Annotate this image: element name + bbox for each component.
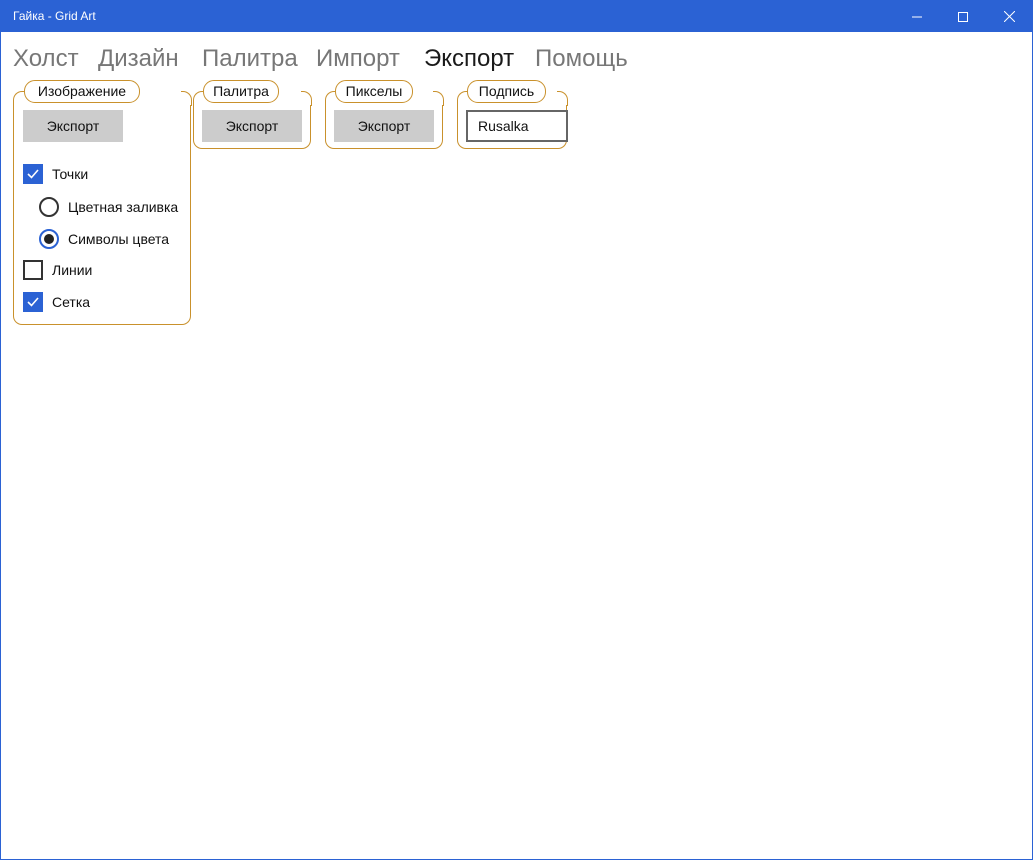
lines-checkbox[interactable]: Линии <box>23 260 92 280</box>
grid-label: Сетка <box>52 294 91 310</box>
tab-help[interactable]: Помощь <box>535 45 628 73</box>
color-symbols-radio[interactable]: Символы цвета <box>39 229 169 249</box>
maximize-icon <box>958 11 968 22</box>
tab-import[interactable]: Импорт <box>316 45 400 73</box>
caption-input[interactable]: Rusalka <box>466 110 568 142</box>
close-button[interactable] <box>986 1 1032 32</box>
minimize-icon <box>912 16 922 17</box>
radio-selected-icon <box>39 229 59 249</box>
title-bar[interactable]: Гайка - Grid Art <box>1 1 1032 32</box>
radio-unselected-icon <box>39 197 59 217</box>
dots-label: Точки <box>52 166 89 182</box>
maximize-button[interactable] <box>940 1 986 32</box>
tab-palette[interactable]: Палитра <box>202 45 298 73</box>
minimize-button[interactable] <box>894 1 940 32</box>
app-window: Гайка - Grid Art Холст Дизайн Палитра Им… <box>0 0 1033 860</box>
pixels-group-legend: Пикселы <box>335 80 413 103</box>
tab-canvas[interactable]: Холст <box>13 45 79 73</box>
checkbox-unchecked-icon <box>23 260 43 280</box>
export-image-button[interactable]: Экспорт <box>23 110 123 142</box>
tab-design[interactable]: Дизайн <box>98 45 179 73</box>
export-pixels-button[interactable]: Экспорт <box>334 110 434 142</box>
tab-export[interactable]: Экспорт <box>424 45 514 73</box>
export-palette-button[interactable]: Экспорт <box>202 110 302 142</box>
color-fill-label: Цветная заливка <box>68 199 179 215</box>
checkbox-checked-icon <box>23 292 43 312</box>
grid-checkbox[interactable]: Сетка <box>23 292 90 312</box>
image-group-legend: Изображение <box>24 80 140 103</box>
color-fill-radio[interactable]: Цветная заливка <box>39 197 178 217</box>
palette-group-legend: Палитра <box>203 80 279 103</box>
caption-group-legend: Подпись <box>467 80 546 103</box>
lines-label: Линии <box>52 262 93 278</box>
dots-checkbox[interactable]: Точки <box>23 164 88 184</box>
close-icon <box>1003 11 1015 22</box>
window-title: Гайка - Grid Art <box>13 9 96 23</box>
checkbox-checked-icon <box>23 164 43 184</box>
color-symbols-label: Символы цвета <box>68 231 170 247</box>
